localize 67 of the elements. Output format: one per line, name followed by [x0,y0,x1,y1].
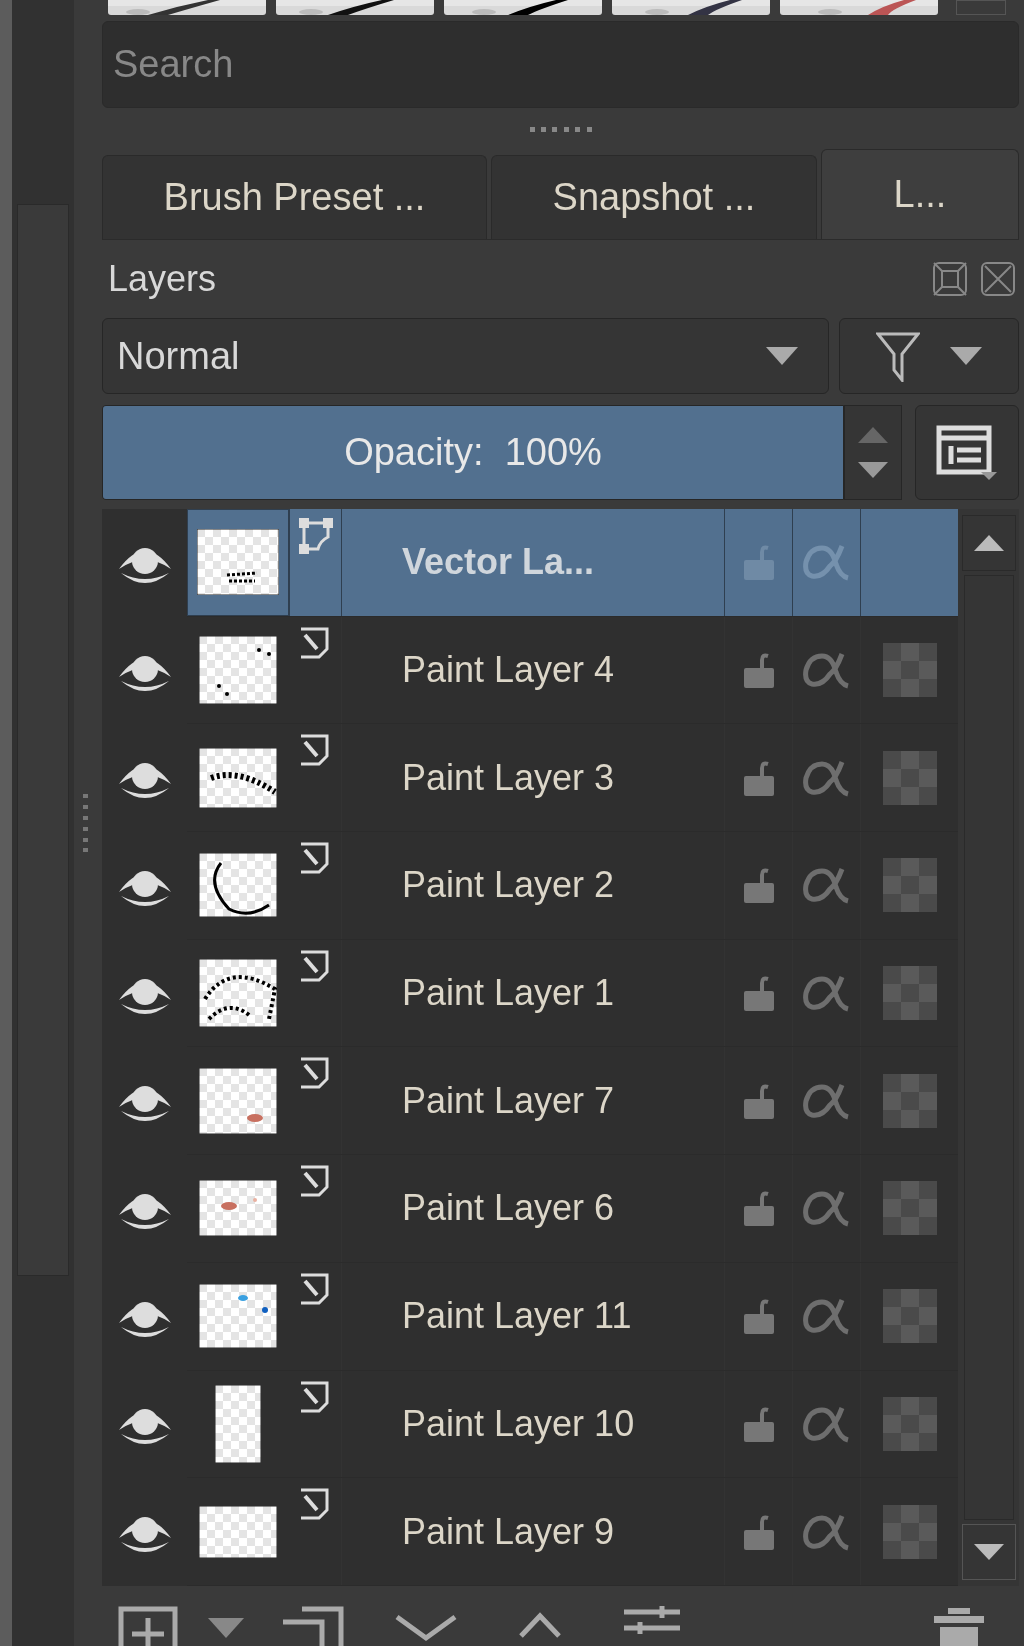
checkerboard-icon[interactable] [882,1073,937,1128]
up-arrow-icon [973,535,1004,551]
layer-name: Paint Layer 2 [402,863,615,908]
checkerboard-icon[interactable] [882,643,937,698]
unlocked-icon[interactable] [741,1513,776,1550]
unlocked-icon[interactable] [741,975,776,1012]
blend-mode-dropdown[interactable]: Normal [102,318,829,394]
unlocked-icon[interactable] [741,1298,776,1335]
unlocked-icon[interactable] [741,759,776,796]
scrollbar[interactable] [958,509,1019,1586]
layer-name: Paint Layer 4 [402,648,615,693]
checkerboard-icon[interactable] [882,750,937,805]
layer-name: Paint Layer 10 [402,1401,635,1446]
float-icon[interactable] [931,260,969,298]
add-layer-icon[interactable] [118,1606,178,1646]
layer-row[interactable]: Paint Layer 4 [187,616,958,725]
unlocked-icon[interactable] [741,1082,776,1119]
layer-name: Paint Layer 6 [402,1186,615,1231]
layer-name: Vector La... [402,540,595,585]
layer-row[interactable]: Paint Layer 9 [187,1478,958,1586]
layer-options-button[interactable] [915,405,1019,500]
layer-name: Paint Layer 7 [402,1078,615,1123]
caret-icon [950,347,982,365]
splitter-handle-icon[interactable] [529,126,592,132]
caret-icon [766,347,798,365]
up-arrow-icon[interactable] [858,427,888,444]
search-field[interactable]: Search [102,21,1019,108]
tab[interactable]: Snapshot ... [491,155,817,239]
scroll-down-button[interactable] [961,1524,1016,1580]
layer-row[interactable]: Paint Layer 2 [187,832,958,940]
list-icon [935,423,999,482]
layer-name: Paint Layer 9 [402,1509,615,1554]
opacity-slider[interactable]: Opacity: 100% [102,405,844,500]
layer-name: Paint Layer 1 [402,971,615,1016]
delete-icon[interactable] [932,1606,986,1646]
panel-title: Layers [108,257,217,301]
opacity-spinner[interactable] [844,405,902,500]
checkerboard-icon[interactable] [882,1504,937,1559]
checkerboard-icon[interactable] [882,1181,937,1236]
unlocked-icon[interactable] [741,1190,776,1227]
down-arrow-icon [973,1544,1004,1560]
unlocked-icon[interactable] [741,652,776,689]
vector-layer-icon [297,517,334,555]
filter-icon [876,330,920,382]
checkerboard-icon[interactable] [882,1289,937,1344]
splitter-handle-icon[interactable] [82,794,88,852]
tab[interactable]: Brush Preset ... [102,155,487,239]
filter-button[interactable] [839,318,1019,394]
unlocked-icon[interactable] [741,867,776,904]
layer-name: Paint Layer 11 [402,1294,632,1339]
unlocked-icon[interactable] [741,1405,776,1442]
tab[interactable]: L... [821,149,1019,239]
layer-row[interactable]: Paint Layer 7 [187,1047,958,1156]
layer-row[interactable]: Paint Layer 1 [187,939,958,1048]
duplicate-layer-icon[interactable] [280,1606,344,1646]
scroll-up-button[interactable] [961,515,1016,571]
layer-row[interactable]: Paint Layer 10 [187,1370,958,1479]
caret-icon[interactable] [208,1618,244,1638]
checkerboard-icon[interactable] [882,858,937,913]
layer-row[interactable]: Paint Layer 11 [187,1262,958,1371]
checkerboard-icon[interactable] [882,1396,937,1451]
layer-row[interactable]: Paint Layer 6 [187,1155,958,1263]
down-arrow-icon[interactable] [858,461,888,478]
close-icon[interactable] [979,260,1017,298]
layer-row[interactable]: Paint Layer 3 [187,724,958,833]
checkerboard-icon[interactable] [882,966,937,1021]
layer-name: Paint Layer 3 [402,755,615,800]
